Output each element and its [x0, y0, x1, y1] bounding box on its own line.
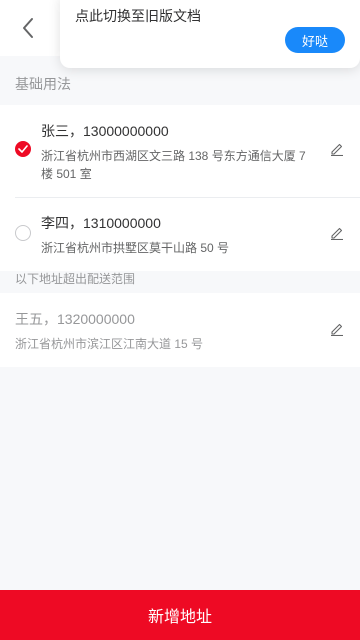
disabled-address-list: 王五，1320000000 浙江省杭州市滨江区江南大道 15 号: [0, 293, 360, 367]
edit-pencil-icon[interactable]: [329, 321, 345, 337]
popover-ok-button[interactable]: 好哒: [285, 27, 345, 53]
address-detail: 浙江省杭州市滨江区江南大道 15 号: [15, 337, 204, 351]
switch-version-popover: 点此切换至旧版文档 好哒: [60, 0, 360, 68]
address-item[interactable]: 张三，13000000000 浙江省杭州市西湖区文三路 138 号东方通信大厦 …: [0, 105, 360, 197]
section-title: 基础用法: [15, 76, 71, 92]
address-detail: 浙江省杭州市拱墅区莫干山路 50 号: [41, 241, 230, 255]
radio-unchecked-icon[interactable]: [15, 225, 31, 241]
address-detail: 浙江省杭州市西湖区文三路 138 号东方通信大厦 7 楼 501 室: [41, 149, 306, 181]
disabled-section-title: 以下地址超出配送范围: [15, 272, 136, 286]
address-name-phone: 张三，13000000000: [41, 123, 169, 139]
add-address-button[interactable]: 新增地址: [0, 590, 360, 640]
popover-text: 点此切换至旧版文档: [75, 8, 201, 24]
back-button[interactable]: [12, 12, 44, 44]
address-list: 张三，13000000000 浙江省杭州市西湖区文三路 138 号东方通信大厦 …: [0, 105, 360, 271]
chevron-left-icon: [23, 18, 33, 38]
address-name-phone: 王五，1320000000: [15, 311, 135, 327]
disabled-address-item[interactable]: 王五，1320000000 浙江省杭州市滨江区江南大道 15 号: [0, 293, 360, 367]
address-item[interactable]: 李四，1310000000 浙江省杭州市拱墅区莫干山路 50 号: [0, 197, 360, 271]
address-name-phone: 李四，1310000000: [41, 215, 161, 231]
check-circle-icon[interactable]: [15, 141, 31, 157]
edit-pencil-icon[interactable]: [329, 141, 345, 157]
edit-pencil-icon[interactable]: [329, 225, 345, 241]
